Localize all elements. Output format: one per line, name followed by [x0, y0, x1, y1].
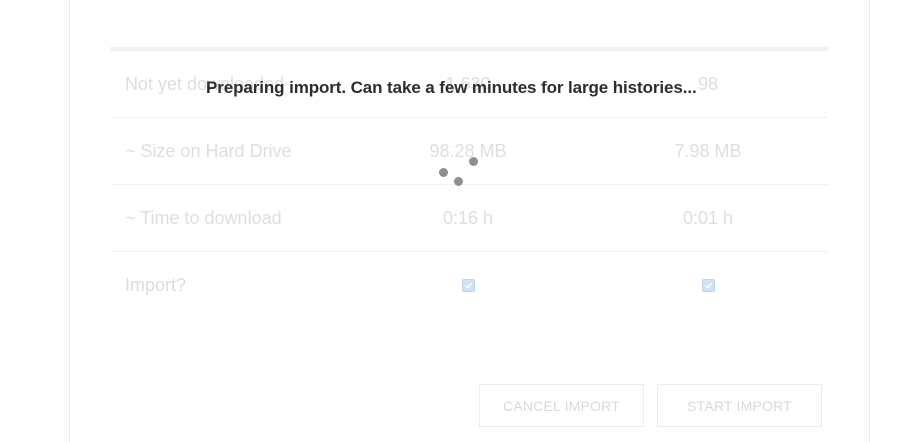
import-checkbox-cell-secondary [658, 252, 758, 318]
table-row-import: Import? [110, 252, 828, 318]
spinner-dot [469, 157, 478, 166]
start-import-button[interactable]: START IMPORT [657, 384, 822, 427]
import-label: Import? [125, 275, 187, 295]
import-checkbox-primary[interactable] [461, 278, 475, 292]
table-row-size-on-hard-drive: ~ Size on Hard Drive 98.28 MB 7.98 MB [110, 118, 828, 185]
checkmark-icon [464, 282, 472, 289]
spinner-dot [439, 168, 448, 177]
checkmark-icon [704, 282, 712, 289]
import-checkbox-cell-primary [418, 252, 518, 318]
spinner-dot [454, 177, 463, 186]
row-label: ~ Time to download [125, 208, 282, 228]
import-checkbox-secondary[interactable] [701, 278, 715, 292]
row-value-primary: 0:16 h [442, 208, 494, 228]
loading-message: Preparing import. Can take a few minutes… [206, 78, 697, 97]
table-row-time-to-download: ~ Time to download 0:16 h 0:01 h [110, 185, 828, 252]
row-value-secondary: 0:01 h [682, 208, 734, 228]
row-label: ~ Size on Hard Drive [125, 141, 292, 161]
row-value-secondary: 7.98 MB [674, 141, 742, 161]
row-value-primary: 98.28 MB [429, 141, 507, 161]
cancel-import-button[interactable]: CANCEL IMPORT [479, 384, 644, 427]
